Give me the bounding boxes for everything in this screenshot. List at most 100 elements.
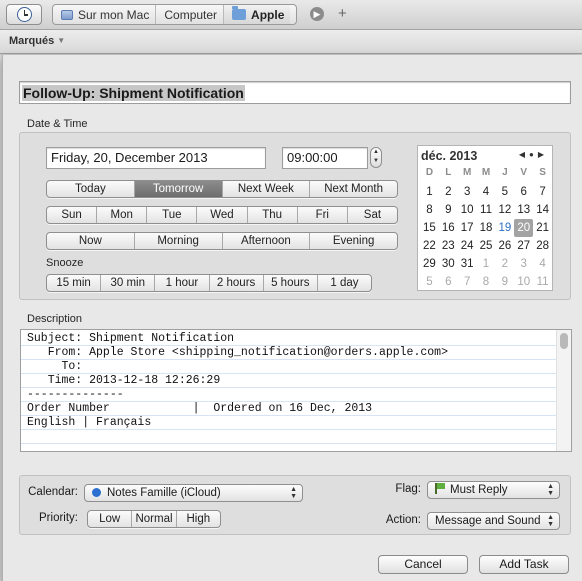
tags-label: Marqués	[9, 35, 55, 47]
calendar-day[interactable]: 7	[533, 183, 552, 201]
add-tab-icon[interactable]: +	[338, 5, 347, 22]
task-title-field[interactable]: Follow-Up: Shipment Notification	[19, 81, 571, 104]
calendar-day[interactable]: 26	[495, 237, 514, 255]
calendar-day[interactable]: 6	[439, 273, 458, 291]
calendar-day[interactable]: 4	[533, 255, 552, 273]
weekday-tue-button[interactable]: Tue	[146, 207, 196, 223]
calendar-day[interactable]: 29	[420, 255, 439, 273]
calendar-day[interactable]: 6	[514, 183, 533, 201]
calendar-day[interactable]: 22	[420, 237, 439, 255]
calendar-day[interactable]: 12	[495, 201, 514, 219]
calendar-day[interactable]: 18	[477, 219, 496, 237]
go-arrow-icon[interactable]: ▶	[310, 7, 324, 21]
calendar-day[interactable]: 28	[533, 237, 552, 255]
calendar-day[interactable]: 11	[477, 201, 496, 219]
description-scrollbar[interactable]	[556, 330, 571, 451]
priority-low-button[interactable]: Low	[88, 511, 131, 527]
calendar-day[interactable]: 5	[495, 183, 514, 201]
priority-high-button[interactable]: High	[175, 511, 220, 527]
time-stepper[interactable]: ▲ ▼	[370, 147, 382, 168]
snooze-30min-button[interactable]: 30 min	[100, 275, 154, 291]
path-item-label: Sur mon Mac	[78, 7, 150, 22]
time-field[interactable]: 09:00:00	[282, 147, 368, 169]
next-month-icon[interactable]: ▶	[538, 150, 548, 159]
calendar-popup[interactable]: Notes Famille (iCloud) ▲ ▼	[84, 484, 303, 502]
weekday-sun-button[interactable]: Sun	[47, 207, 96, 223]
calendar-day[interactable]: 3	[514, 255, 533, 273]
calendar-day[interactable]: 23	[439, 237, 458, 255]
calendar-day[interactable]: 17	[458, 219, 477, 237]
calendar-day[interactable]: 1	[420, 183, 439, 201]
calendar-day[interactable]: 2	[495, 255, 514, 273]
weekday-fri-button[interactable]: Fri	[296, 207, 347, 223]
flag-popup[interactable]: Must Reply ▲ ▼	[427, 481, 560, 499]
weekday-thu-button[interactable]: Thu	[246, 207, 297, 223]
time-evening-button[interactable]: Evening	[309, 233, 397, 249]
calendar-week-row: 22 23 24 25 26 27 28	[420, 237, 552, 255]
quick-next-month-button[interactable]: Next Month	[309, 181, 397, 197]
add-task-button[interactable]: Add Task	[479, 555, 569, 574]
snooze-1day-button[interactable]: 1 day	[316, 275, 371, 291]
path-item-label: Computer	[164, 7, 218, 22]
quick-next-week-button[interactable]: Next Week	[221, 181, 310, 197]
calendar-day[interactable]: 9	[495, 273, 514, 291]
cancel-button[interactable]: Cancel	[378, 555, 468, 574]
calendar-day[interactable]: 7	[458, 273, 477, 291]
description-line: Time: 2013-12-18 12:26:29	[27, 374, 221, 387]
calendar-day[interactable]: 8	[420, 201, 439, 219]
description-line: From: Apple Store <shipping_notification…	[27, 346, 448, 359]
time-afternoon-button[interactable]: Afternoon	[221, 233, 310, 249]
calendar-day[interactable]: 14	[533, 201, 552, 219]
description-textarea[interactable]: Subject: Shipment Notification From: App…	[20, 329, 572, 452]
prev-month-icon[interactable]: ◀	[519, 150, 529, 159]
calendar-day[interactable]: 4	[477, 183, 496, 201]
time-now-button[interactable]: Now	[47, 233, 134, 249]
calendar-day[interactable]: 11	[533, 273, 552, 291]
description-line: To:	[27, 360, 83, 373]
calendar-day[interactable]: 21	[533, 219, 552, 237]
scrollbar-thumb[interactable]	[560, 333, 568, 349]
time-morning-button[interactable]: Morning	[133, 233, 222, 249]
calendar-day[interactable]: 2	[439, 183, 458, 201]
snooze-2hours-button[interactable]: 2 hours	[208, 275, 263, 291]
clock-button[interactable]	[6, 4, 42, 25]
calendar-day[interactable]: 1	[477, 255, 496, 273]
calendar-day[interactable]: 10	[458, 201, 477, 219]
snooze-1hour-button[interactable]: 1 hour	[154, 275, 208, 291]
stepper-down-icon[interactable]: ▼	[371, 157, 381, 166]
calendar-day[interactable]: 31	[458, 255, 477, 273]
weekday-sat-button[interactable]: Sat	[346, 207, 397, 223]
snooze-5hours-button[interactable]: 5 hours	[262, 275, 317, 291]
calendar-day[interactable]: 10	[514, 273, 533, 291]
snooze-15min-button[interactable]: 15 min	[47, 275, 100, 291]
action-popup[interactable]: Message and Sound ▲ ▼	[427, 512, 560, 530]
calendar-day[interactable]: 30	[439, 255, 458, 273]
calendar-day[interactable]: 13	[514, 201, 533, 219]
quick-tomorrow-button[interactable]: Tomorrow	[133, 181, 222, 197]
calendar-day[interactable]: 8	[477, 273, 496, 291]
calendar-day[interactable]: 19	[495, 219, 514, 237]
path-item-apple[interactable]: Apple	[223, 5, 291, 24]
calendar-day[interactable]: 25	[477, 237, 496, 255]
calendar-week-row: 15 16 17 18 19 20 21	[420, 219, 552, 237]
calendar-day[interactable]: 5	[420, 273, 439, 291]
tags-bar[interactable]: Marqués ▼	[0, 30, 582, 54]
path-item-computer[interactable]: Computer	[155, 5, 223, 24]
quick-today-button[interactable]: Today	[47, 181, 134, 197]
weekday-wed-button[interactable]: Wed	[196, 207, 246, 223]
calendar-day[interactable]: 15	[420, 219, 439, 237]
weekday-mon-button[interactable]: Mon	[96, 207, 146, 223]
calendar-day[interactable]: 9	[439, 201, 458, 219]
path-item-mac[interactable]: Sur mon Mac	[53, 5, 155, 24]
priority-normal-button[interactable]: Normal	[131, 511, 175, 527]
calendar-day[interactable]: 16	[439, 219, 458, 237]
stepper-up-icon[interactable]: ▲	[371, 148, 381, 157]
calendar-day-headers: D L M M J V S	[420, 165, 552, 183]
today-dot-icon[interactable]: ●	[529, 150, 538, 159]
date-field[interactable]: Friday, 20, December 2013	[46, 147, 266, 169]
calendar-day[interactable]: 27	[514, 237, 533, 255]
calendar-day[interactable]: 20	[514, 219, 534, 237]
calendar-day[interactable]: 24	[458, 237, 477, 255]
calendar-day[interactable]: 3	[458, 183, 477, 201]
action-popup-value: Message and Sound	[435, 515, 541, 527]
